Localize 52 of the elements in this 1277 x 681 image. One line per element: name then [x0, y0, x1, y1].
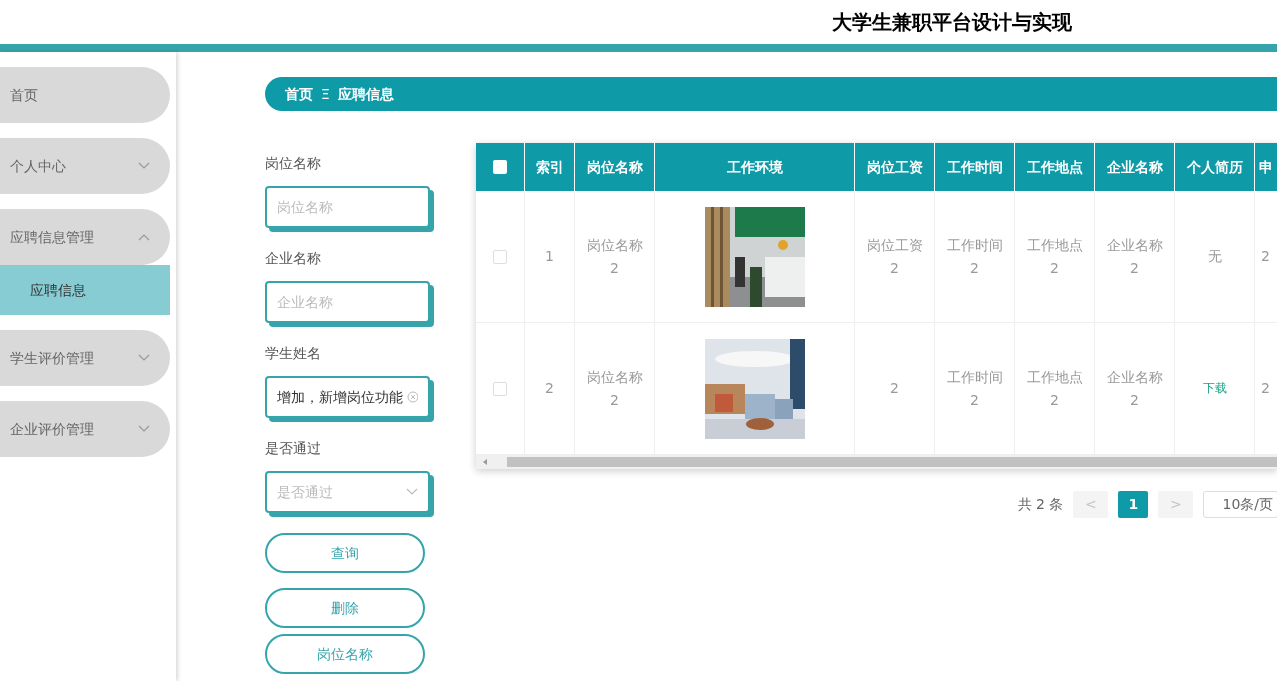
table-cell: 岗位工资 2 — [855, 191, 935, 323]
table-cell: 岗位名称 2 — [575, 191, 655, 323]
field-label: 是否通过 — [265, 439, 322, 458]
text-input[interactable]: 岗位名称 — [277, 196, 418, 218]
table-cell: 无 — [1175, 191, 1255, 323]
column-header: 申 — [1255, 143, 1277, 191]
column-header: 工作环境 — [655, 143, 855, 191]
sidebar-item[interactable]: 个人中心 — [0, 138, 170, 194]
chevron-down-icon — [138, 425, 150, 433]
breadcrumb-link[interactable]: 首页 — [285, 83, 313, 105]
chevron-up-icon — [138, 233, 150, 241]
column-header: 工作地点 — [1015, 143, 1095, 191]
select-all-checkbox[interactable] — [493, 160, 507, 174]
field-label: 企业名称 — [265, 249, 322, 268]
chevron-down-icon — [406, 488, 418, 496]
chevron-down-icon — [138, 354, 150, 362]
breadcrumb-current: 应聘信息 — [337, 84, 394, 104]
sidebar-item[interactable]: 学生评价管理 — [0, 330, 170, 386]
action-button[interactable]: 删除 — [265, 588, 425, 628]
column-header: 索引 — [525, 143, 575, 191]
field-label: 学生姓名 — [265, 344, 322, 363]
page-button[interactable]: 1 — [1118, 491, 1149, 518]
column-header: 岗位名称 — [575, 143, 655, 191]
action-button[interactable]: 查询 — [265, 533, 425, 573]
download-link[interactable]: 下载 — [1202, 377, 1227, 400]
row-checkbox[interactable] — [493, 249, 507, 264]
scroll-left-icon[interactable] — [481, 458, 489, 466]
column-header: 岗位工资 — [855, 143, 935, 191]
text-input[interactable]: 增加，新增岗位功能 — [277, 386, 407, 408]
table-cell: 工作地点 2 — [1015, 191, 1095, 323]
column-header: 个人简历 — [1175, 143, 1255, 191]
sidebar-subitem[interactable]: 应聘信息 — [0, 265, 170, 315]
row-checkbox[interactable] — [493, 381, 507, 396]
page-size-select[interactable]: 10条/页 — [1203, 491, 1277, 518]
table-cell: 工作时间 2 — [935, 191, 1015, 323]
field-label: 岗位名称 — [265, 154, 322, 173]
app-title: 大学生兼职平台设计与实现 — [832, 9, 1072, 36]
sidebar-item[interactable]: 应聘信息管理 — [0, 209, 170, 265]
table-cell: 2 — [1255, 191, 1277, 323]
text-input[interactable]: 企业名称 — [277, 291, 418, 313]
action-button[interactable]: 岗位名称 — [265, 634, 425, 674]
sidebar-item[interactable]: 企业评价管理 — [0, 401, 170, 457]
chevron-down-icon — [138, 162, 150, 170]
breadcrumb-separator: Ξ — [321, 84, 330, 104]
total-count: 共 2 条 — [1017, 495, 1064, 514]
table-cell: 企业名称 2 — [1095, 191, 1175, 323]
clear-icon[interactable] — [406, 391, 418, 403]
sidebar-item[interactable]: 首页 — [0, 67, 170, 123]
column-header: 工作时间 — [935, 143, 1015, 191]
horizontal-scrollbar[interactable] — [476, 455, 1277, 469]
column-header: 企业名称 — [1095, 143, 1175, 191]
table-cell: 1 — [525, 191, 575, 323]
